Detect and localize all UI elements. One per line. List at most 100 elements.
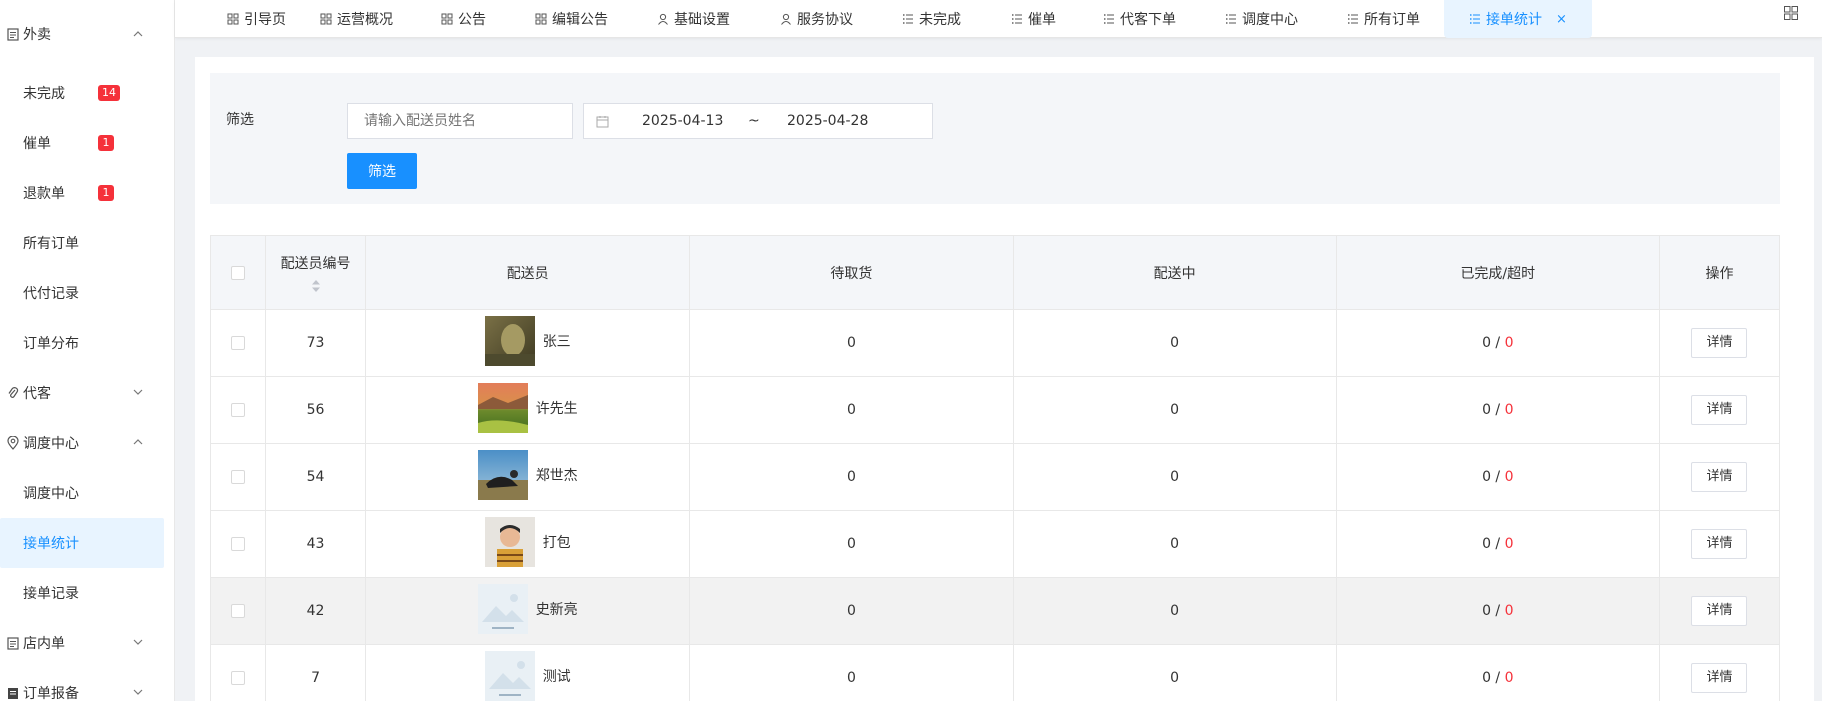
menu-group-proxy[interactable]: 代客 <box>0 368 174 418</box>
slash-separator: / <box>1490 469 1505 485</box>
column-header-id[interactable]: 配送员编号 <box>265 235 367 310</box>
rider-name: 郑世杰 <box>535 468 578 484</box>
tab-order-stats[interactable]: 接单统计 × <box>1444 0 1592 38</box>
chevron-up-icon <box>132 436 144 448</box>
detail-button[interactable]: 详情 <box>1691 596 1748 626</box>
delivering-count: 0 <box>1013 510 1337 578</box>
delivering-count: 0 <box>1013 644 1337 701</box>
select-all-checkbox[interactable] <box>231 265 246 280</box>
sidebar-item-order-records[interactable]: 接单记录 <box>0 568 174 618</box>
tab-reminder[interactable]: 催单 <box>1011 0 1056 38</box>
menu-group-in-store[interactable]: 店内单 <box>0 618 174 668</box>
overtime-count: 0 <box>1504 402 1514 418</box>
sidebar-item-incomplete[interactable]: 未完成 14 <box>0 68 174 118</box>
tab-service-agreement[interactable]: 服务协议 <box>780 0 853 38</box>
date-range-picker[interactable]: 2025-04-13 ~ 2025-04-28 <box>583 103 933 139</box>
date-start[interactable]: 2025-04-13 <box>642 113 723 129</box>
user-icon <box>657 13 669 25</box>
row-checkbox[interactable] <box>231 336 246 350</box>
slash-separator: / <box>1490 670 1505 686</box>
sidebar-item-order-stats[interactable]: 接单统计 <box>0 518 164 568</box>
detail-button[interactable]: 详情 <box>1691 328 1748 358</box>
tab-proxy-order[interactable]: 代客下单 <box>1103 0 1176 38</box>
sidebar-item-label: 接单记录 <box>23 586 79 602</box>
tab-label: 引导页 <box>244 12 286 28</box>
row-checkbox[interactable] <box>231 671 246 685</box>
pending-count: 0 <box>689 510 1014 578</box>
rider-name-input[interactable] <box>347 103 573 139</box>
table-row: 7 测试 0 0 0 / 0 详情 <box>209 644 1781 701</box>
row-checkbox[interactable] <box>231 470 246 484</box>
close-icon[interactable]: × <box>1556 12 1567 27</box>
sidebar-item-label: 所有订单 <box>23 236 79 252</box>
date-end[interactable]: 2025-04-28 <box>787 113 868 129</box>
sidebar-item-all-orders[interactable]: 所有订单 <box>0 218 174 268</box>
column-header-action: 操作 <box>1659 235 1781 310</box>
table-row: 42 史新亮 0 0 0 / 0 详情 <box>209 577 1781 645</box>
row-select-cell <box>209 577 267 645</box>
tab-announcement[interactable]: 公告 <box>441 0 486 38</box>
location-icon <box>6 436 20 450</box>
tab-label: 接单统计 <box>1486 12 1542 28</box>
chevron-down-icon <box>132 386 144 398</box>
completed-overtime-cell: 0 / 0 <box>1336 644 1660 701</box>
sidebar-item-label: 代付记录 <box>23 286 79 302</box>
calendar-icon <box>596 115 609 128</box>
slash-separator: / <box>1490 402 1505 418</box>
tab-label: 公告 <box>458 12 486 28</box>
menu-group-label: 外卖 <box>23 27 51 43</box>
list-icon <box>902 13 914 25</box>
row-select-cell <box>209 510 267 578</box>
sidebar-item-refund[interactable]: 退款单 1 <box>0 168 174 218</box>
menu-group-takeout[interactable]: 外卖 <box>0 0 174 68</box>
sidebar: 外卖 未完成 14 催单 1 退款单 1 所有订单 代付记录 订单分布 代客 调度中心… <box>0 0 175 701</box>
sidebar-item-dispatch-center[interactable]: 调度中心 <box>0 468 174 518</box>
sidebar-item-pay-records[interactable]: 代付记录 <box>0 268 174 318</box>
filter-panel: 筛选 2025-04-13 ~ 2025-04-28 筛选 <box>210 73 1780 204</box>
sidebar-item-label: 调度中心 <box>23 486 79 502</box>
sort-icon[interactable] <box>311 279 321 293</box>
tab-edit-announcement[interactable]: 编辑公告 <box>535 0 608 38</box>
detail-button[interactable]: 详情 <box>1691 462 1748 492</box>
menu-group-dispatch[interactable]: 调度中心 <box>0 418 174 468</box>
rider-cell: 测试 <box>365 644 691 701</box>
tab-label: 运营概况 <box>337 12 393 28</box>
rider-id: 73 <box>265 309 367 377</box>
tab-overview[interactable]: 运营概况 <box>320 0 393 38</box>
tab-guide[interactable]: 引导页 <box>227 0 286 38</box>
tab-basic-settings[interactable]: 基础设置 <box>657 0 730 38</box>
chevron-down-icon <box>132 686 144 698</box>
menu-group-label: 店内单 <box>23 636 65 652</box>
list-icon <box>1225 13 1237 25</box>
detail-button[interactable]: 详情 <box>1691 529 1748 559</box>
row-checkbox[interactable] <box>231 403 246 417</box>
tab-dispatch-center[interactable]: 调度中心 <box>1225 0 1298 38</box>
rider-name: 史新亮 <box>535 602 578 618</box>
menu-group-label: 调度中心 <box>23 436 79 452</box>
apps-grid-icon[interactable] <box>1784 6 1798 20</box>
filter-button[interactable]: 筛选 <box>347 153 417 189</box>
completed-count: 0 <box>1482 402 1491 418</box>
sidebar-item-label: 催单 <box>23 136 51 152</box>
detail-button[interactable]: 详情 <box>1691 663 1748 693</box>
tab-all-orders[interactable]: 所有订单 <box>1347 0 1420 38</box>
rider-cell: 张三 <box>365 309 691 377</box>
delivering-count: 0 <box>1013 309 1337 377</box>
slash-separator: / <box>1490 335 1505 351</box>
menu-group-order-report[interactable]: 订单报备 <box>0 668 174 701</box>
action-cell: 详情 <box>1659 577 1781 645</box>
detail-button[interactable]: 详情 <box>1691 395 1748 425</box>
document-icon <box>6 636 20 650</box>
tab-incomplete[interactable]: 未完成 <box>902 0 961 38</box>
sidebar-item-reminder[interactable]: 催单 1 <box>0 118 174 168</box>
row-checkbox[interactable] <box>231 537 246 551</box>
completed-count: 0 <box>1482 670 1491 686</box>
count-badge: 1 <box>98 185 114 201</box>
delivering-count: 0 <box>1013 577 1337 645</box>
completed-overtime-cell: 0 / 0 <box>1336 443 1660 511</box>
rider-avatar <box>484 316 535 366</box>
sidebar-item-order-distribution[interactable]: 订单分布 <box>0 318 174 368</box>
action-cell: 详情 <box>1659 309 1781 377</box>
row-checkbox[interactable] <box>231 604 246 618</box>
action-cell: 详情 <box>1659 644 1781 701</box>
